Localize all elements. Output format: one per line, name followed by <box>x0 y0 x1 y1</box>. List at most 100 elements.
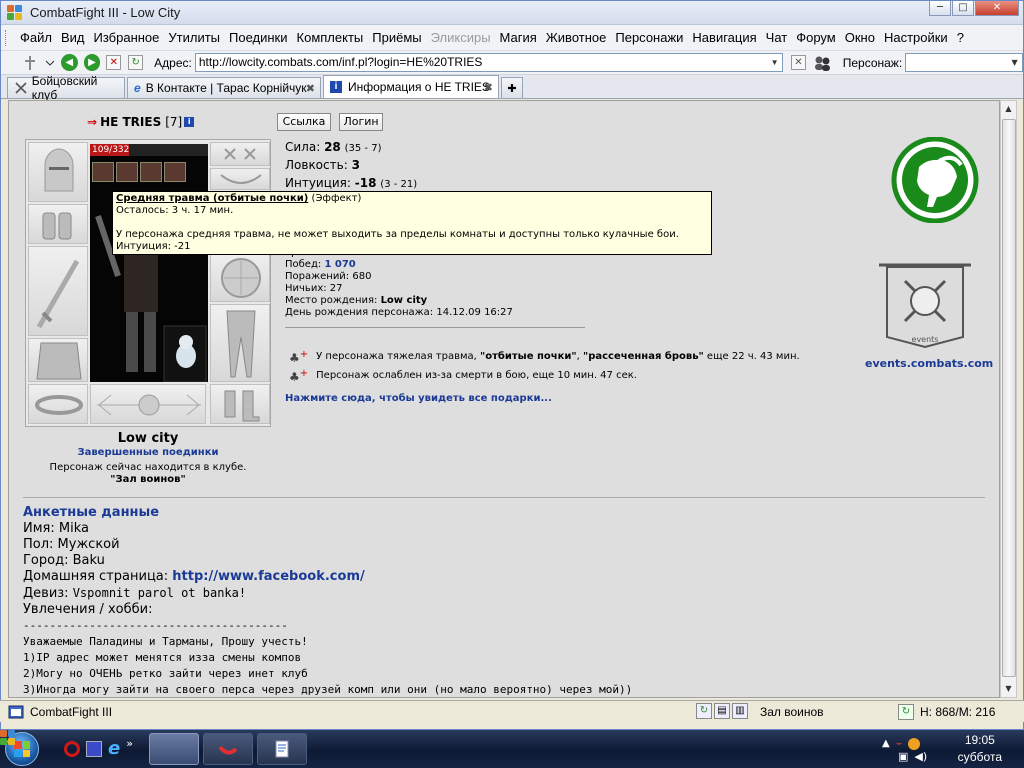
clock[interactable]: 19:05 суббота <box>958 732 1002 766</box>
clan-logo[interactable] <box>885 136 985 226</box>
menu-item[interactable]: Поединки <box>229 30 288 45</box>
menu-item[interactable]: Персонажи <box>615 30 683 45</box>
stop-icon[interactable]: ✕ <box>106 55 122 70</box>
volume-icon[interactable]: ◀) <box>914 750 927 763</box>
weakness-icon[interactable]: ♣+ <box>289 366 308 385</box>
menu-item[interactable]: Окно <box>845 30 875 45</box>
network-icon[interactable]: ▣ <box>898 750 908 763</box>
quick-launch-more[interactable]: » <box>126 737 133 750</box>
close-button[interactable]: ✕ <box>975 1 1019 16</box>
menu-item[interactable]: Избранное <box>94 30 160 45</box>
birthday-line: День рождения персонажа: 14.12.09 16:27 <box>285 307 513 318</box>
refresh-icon[interactable]: ↻ <box>128 55 144 70</box>
person-dropdown-icon[interactable]: ▼ <box>1007 54 1022 71</box>
windows-logo-icon <box>14 741 30 757</box>
back-icon[interactable]: ◀ <box>60 54 78 71</box>
armor-slot[interactable] <box>28 338 88 382</box>
menu-item[interactable]: ? <box>957 30 964 45</box>
vertical-scrollbar[interactable]: ▲ ▼ <box>1000 100 1017 698</box>
menu-item[interactable]: Навигация <box>692 30 756 45</box>
shield-slot[interactable] <box>210 252 270 302</box>
chevron-down-icon[interactable] <box>45 58 55 68</box>
belt-icon <box>35 395 83 415</box>
minimize-button[interactable]: ─ <box>929 1 951 16</box>
tab-bar: Бойцовский клуб e В Контакте | Тарас Кор… <box>1 74 1023 102</box>
helmet-icon <box>44 148 74 192</box>
cross-icon[interactable] <box>23 55 37 71</box>
menu-item[interactable]: Файл <box>20 30 52 45</box>
profile-text-line: 1)IP адрес может менятся изза смены комп… <box>23 651 302 664</box>
trauma-effect-icon[interactable] <box>116 162 138 182</box>
page-icon[interactable]: ▤ <box>714 703 730 719</box>
char-name[interactable]: HE TRIES <box>100 115 161 129</box>
scroll-thumb[interactable] <box>1002 119 1016 677</box>
person-select[interactable]: ▼ <box>905 53 1023 72</box>
taskbar-app-3[interactable] <box>256 733 307 765</box>
motto-value: Vspomnit parol ot banka! <box>72 586 247 600</box>
ie-icon[interactable]: e <box>108 740 120 758</box>
helmet-slot[interactable] <box>28 142 88 202</box>
forward-icon[interactable]: ▶ <box>83 54 101 71</box>
tray-pepper-icon[interactable]: ⌣ <box>896 738 903 750</box>
belt-slot[interactable] <box>28 384 88 424</box>
tab-vkontakte[interactable]: e В Контакте | Тарас Корнійчук ✖ <box>127 77 321 98</box>
clear-address-icon[interactable]: ✕ <box>791 55 806 70</box>
opera-icon[interactable] <box>64 741 80 757</box>
menu-item[interactable]: Утилиты <box>168 30 220 45</box>
weapon-slot[interactable] <box>28 246 88 336</box>
char-header: ⇒ HE TRIES [7] i <box>87 115 195 129</box>
taskbar-combatfight[interactable] <box>0 730 199 765</box>
stat-row: Сила: 28 (35 - 7) <box>285 139 417 157</box>
amulet-slot[interactable] <box>210 168 270 190</box>
menu-item[interactable]: Форум <box>796 30 836 45</box>
taskbar-app-2[interactable] <box>202 733 253 765</box>
tray-orange-icon[interactable] <box>908 738 921 750</box>
link-button[interactable]: Ссылка <box>277 113 331 131</box>
menu-item[interactable]: Комплекты <box>297 30 364 45</box>
scroll-down-icon[interactable]: ▼ <box>1001 681 1016 697</box>
address-dropdown-icon[interactable]: ▼ <box>767 54 782 71</box>
finished-fights-link[interactable]: Завершенные поединки <box>25 447 271 458</box>
menu-item[interactable]: Животное <box>546 30 607 45</box>
tab-close-icon[interactable]: ✖ <box>306 82 315 95</box>
bracers-slot[interactable] <box>28 204 88 244</box>
tab-combats-club[interactable]: Бойцовский клуб <box>7 74 125 102</box>
menu-item[interactable]: Настройки <box>884 30 948 45</box>
leggings-slot[interactable] <box>210 304 270 382</box>
boots-slot[interactable] <box>210 384 270 424</box>
status-refresh-icon[interactable]: ↻ <box>898 704 914 720</box>
rune-slot[interactable] <box>210 142 270 166</box>
menu-item[interactable]: Эликсиры <box>431 30 491 45</box>
pages-icon[interactable]: ▥ <box>732 703 748 719</box>
trauma-effect-icon[interactable] <box>92 162 114 182</box>
quick-launch: e » <box>64 737 133 758</box>
gifts-link[interactable]: Нажмите сюда, чтобы увидеть все подарки.… <box>285 393 552 404</box>
menu-item[interactable]: Приёмы <box>372 30 421 45</box>
people-icon[interactable] <box>813 55 833 71</box>
trauma-effect-icon[interactable] <box>140 162 162 182</box>
floppy-icon[interactable] <box>86 741 102 757</box>
maximize-button[interactable]: □ <box>952 1 974 16</box>
stat-label: Сила: <box>285 140 321 154</box>
wins-line: Побед: 1 070 <box>285 259 513 271</box>
weakness-effect-icon[interactable] <box>164 162 186 182</box>
info-icon[interactable]: i <box>184 117 195 127</box>
wins-value[interactable]: 1 070 <box>324 259 355 270</box>
tab-info-he-tries[interactable]: i Информация о HE TRIES ✖ <box>323 75 499 98</box>
events-banner[interactable]: events <box>875 261 975 352</box>
scroll-up-icon[interactable]: ▲ <box>1001 101 1016 117</box>
tab-label: В Контакте | Тарас Корнійчук <box>145 81 307 95</box>
login-button[interactable]: Логин <box>339 113 383 131</box>
menu-item[interactable]: Чат <box>766 30 788 45</box>
events-link[interactable]: events.combats.com <box>865 357 993 370</box>
tray-expand-icon[interactable]: ▲ <box>882 738 890 750</box>
tab-close-icon[interactable]: ✖ <box>484 81 493 94</box>
menu-item[interactable]: Магия <box>500 30 537 45</box>
menu-item[interactable]: Вид <box>61 30 85 45</box>
homepage-link[interactable]: http://www.facebook.com/ <box>172 569 364 584</box>
new-tab-button[interactable]: ✚ <box>501 77 523 98</box>
refresh-status-icon[interactable]: ↻ <box>696 703 712 719</box>
address-input[interactable]: http://lowcity.combats.com/inf.pl?login=… <box>194 53 784 72</box>
character-image[interactable] <box>90 156 208 383</box>
trauma-icon[interactable]: ♣+ <box>289 347 308 366</box>
